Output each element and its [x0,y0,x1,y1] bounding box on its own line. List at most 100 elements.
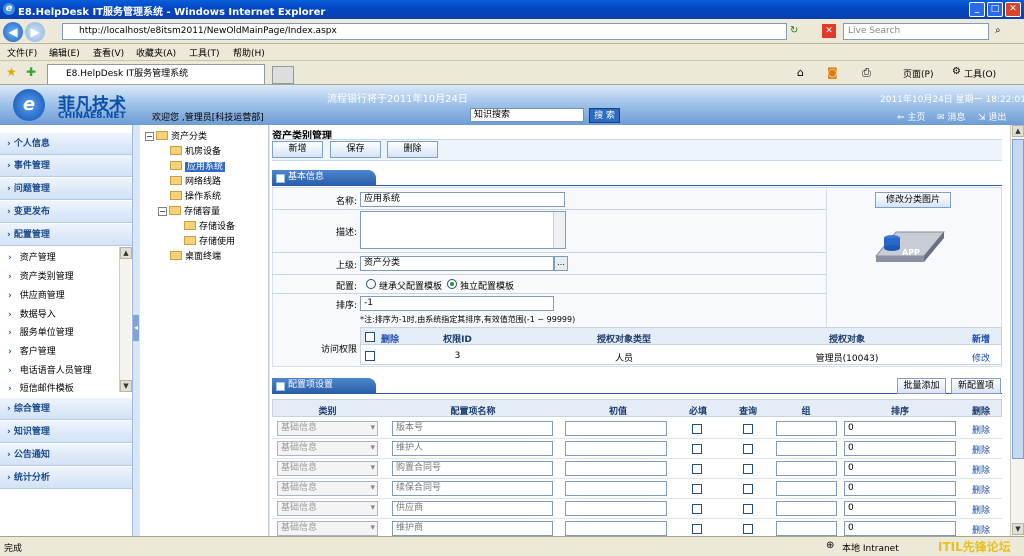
add-button[interactable]: 新增 [272,141,323,158]
message-link[interactable]: ✉ 消息 [937,110,965,123]
desc-textarea[interactable] [360,211,566,249]
tree-root[interactable]: − 资产分类 [145,129,207,142]
item-name-input[interactable]: 维护商 [392,521,553,536]
query-checkbox[interactable] [743,504,753,514]
add-favorite-icon[interactable]: ✚ [26,65,36,79]
order-input[interactable]: -1 [360,296,554,311]
nav-item-voice-staff[interactable]: 电话语音人员管理 [8,363,92,376]
item-name-input[interactable]: 供应商 [392,501,553,516]
minimize-button[interactable]: _ [969,2,985,17]
menu-tools[interactable]: 工具(T) [189,46,220,59]
tree-node[interactable]: 操作系统 [170,189,221,202]
item-name-input[interactable]: 版本号 [392,421,553,436]
required-checkbox[interactable] [692,444,702,454]
tree-node[interactable]: 存储设备 [184,219,235,232]
close-button[interactable]: ✕ [1005,2,1021,17]
delete-button[interactable]: 删除 [387,141,438,158]
nav-item-asset-category[interactable]: 资产类别管理 [8,269,74,282]
nav-item-supplier[interactable]: 供应商管理 [8,288,65,301]
favorites-star-icon[interactable]: ★ [6,65,17,79]
nav-cat-config[interactable]: › 配置管理 [0,224,137,246]
menu-view[interactable]: 查看(V) [93,46,124,59]
required-checkbox[interactable] [692,484,702,494]
parent-picker-button[interactable]: … [554,256,568,271]
select-all-checkbox[interactable] [365,332,375,342]
order-input[interactable]: 0 [844,441,956,456]
scroll-down-icon[interactable]: ▼ [1012,523,1024,535]
perm-header-delete[interactable]: 删除 [381,332,399,345]
scroll-up-icon[interactable]: ▲ [1012,125,1024,137]
order-input[interactable]: 0 [844,421,956,436]
initial-value-input[interactable] [565,501,667,516]
search-icon[interactable]: ⌕ [995,25,1001,36]
collapse-icon[interactable]: − [158,207,167,216]
initial-value-input[interactable] [565,481,667,496]
nav-scrollbar[interactable]: ▲ ▼ [119,247,132,392]
change-image-button[interactable]: 修改分类图片 [875,192,951,208]
group-input[interactable] [776,421,837,436]
basic-info-header[interactable]: 基本信息 [272,170,376,185]
query-checkbox[interactable] [743,424,753,434]
nav-cat-incident[interactable]: › 事件管理 [0,155,137,177]
scroll-up-icon[interactable]: ▲ [120,247,132,259]
nav-cat-knowledge[interactable]: › 知识管理 [0,421,137,443]
back-button[interactable]: ◀ [3,22,23,42]
category-select[interactable]: 基础信息 [277,461,378,476]
delete-row-link[interactable]: 删除 [961,463,1001,476]
logout-link[interactable]: ⇲ 退出 [978,110,1006,123]
new-tab-button[interactable] [272,66,294,84]
scroll-down-icon[interactable]: ▼ [120,380,132,392]
perm-edit-link[interactable]: 修改 [962,351,1000,364]
nav-item-service-unit[interactable]: 服务单位管理 [8,325,74,338]
nav-splitter[interactable]: ◂ [132,125,139,536]
required-checkbox[interactable] [692,464,702,474]
menu-help[interactable]: 帮助(H) [233,46,265,59]
inherit-radio[interactable] [366,279,376,289]
independent-radio[interactable] [447,279,457,289]
nav-cat-personal[interactable]: › 个人信息 [0,133,137,155]
tree-node[interactable]: 存储使用 [184,234,235,247]
batch-add-button[interactable]: 批量添加 [897,378,946,394]
required-checkbox[interactable] [692,504,702,514]
item-name-input[interactable]: 维护人 [392,441,553,456]
nav-cat-stats[interactable]: › 统计分析 [0,467,137,489]
order-input[interactable]: 0 [844,521,956,536]
item-name-input[interactable]: 续保合同号 [392,481,553,496]
nav-cat-problem[interactable]: › 问题管理 [0,178,137,200]
initial-value-input[interactable] [565,421,667,436]
scroll-thumb[interactable] [1012,139,1024,459]
nav-cat-general[interactable]: › 综合管理 [0,398,137,420]
parent-input[interactable]: 资产分类 [360,256,554,271]
menu-edit[interactable]: 编辑(E) [49,46,80,59]
new-config-item-button[interactable]: 新配置项 [951,378,1001,394]
initial-value-input[interactable] [565,441,667,456]
delete-row-link[interactable]: 删除 [961,423,1001,436]
order-input[interactable]: 0 [844,501,956,516]
perm-row-checkbox[interactable] [365,351,375,361]
config-items-header[interactable]: 配置项设置 [272,378,376,393]
desc-scrollbar[interactable] [553,212,565,248]
feeds-icon[interactable]: ◙ [827,66,838,79]
page-menu[interactable]: 页面(P) [903,67,933,80]
knowledge-search-button[interactable]: 搜 索 [589,108,620,123]
refresh-icon[interactable]: ↻ [790,25,798,36]
address-input[interactable]: http://localhost/e8itsm2011/NewOldMainPa… [62,23,787,40]
order-input[interactable]: 0 [844,461,956,476]
nav-item-asset[interactable]: 资产管理 [8,250,56,263]
tree-node-selected[interactable]: 应用系统 [170,159,226,172]
menu-file[interactable]: 文件(F) [7,46,37,59]
tree-node[interactable]: 桌面终端 [170,249,221,262]
save-button[interactable]: 保存 [330,141,381,158]
delete-row-link[interactable]: 删除 [961,503,1001,516]
delete-row-link[interactable]: 删除 [961,523,1001,536]
tree-node[interactable]: − 存储容量 [158,204,220,217]
page-scrollbar[interactable]: ▲ ▼ [1010,125,1024,536]
initial-value-input[interactable] [565,461,667,476]
tools-menu[interactable]: 工具(O) [964,67,996,80]
group-input[interactable] [776,481,837,496]
home-link[interactable]: ⇐ 主页 [897,110,925,123]
query-checkbox[interactable] [743,524,753,534]
forward-button[interactable]: ▶ [25,22,45,42]
nav-cat-change[interactable]: › 变更发布 [0,201,137,223]
query-checkbox[interactable] [743,484,753,494]
